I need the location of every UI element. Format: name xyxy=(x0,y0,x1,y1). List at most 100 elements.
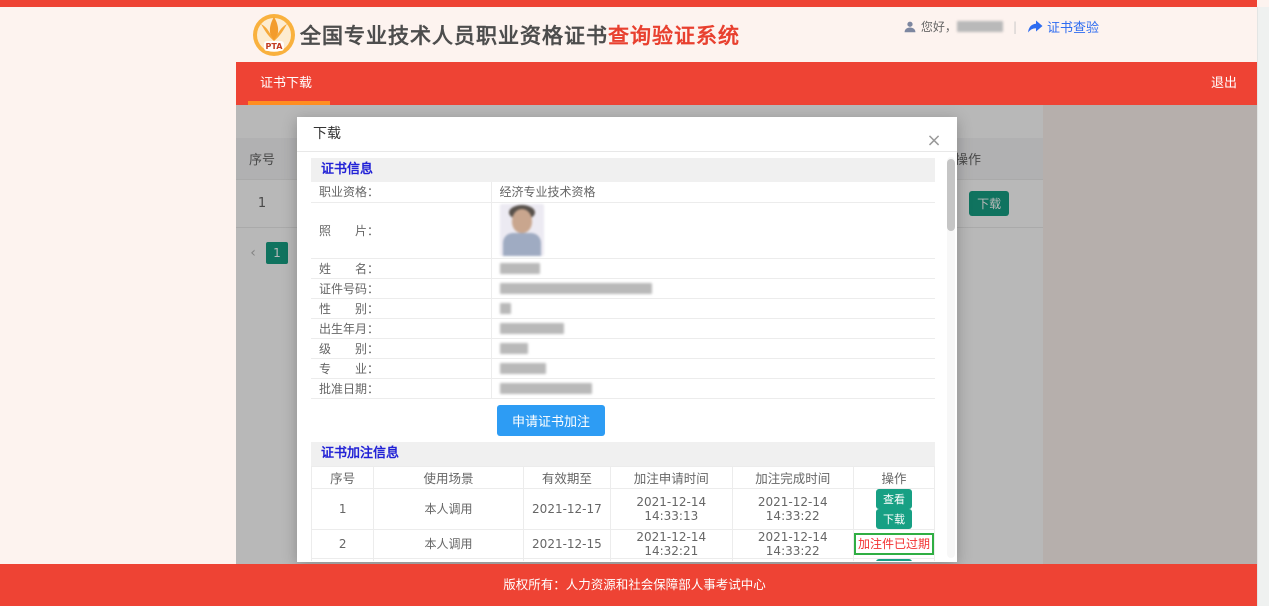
cell-apply-time: 2021-12-14 14:32:02 xyxy=(611,558,732,561)
gender-label: 性 别： xyxy=(311,298,491,318)
view-button[interactable]: 查看 xyxy=(876,489,912,509)
col-scene: 使用场景 xyxy=(374,466,524,488)
major-label: 专 业： xyxy=(311,358,491,378)
level-value xyxy=(491,338,935,358)
cell-complete-time: 2021-12-14 14:33:22 xyxy=(732,529,853,558)
col-complete-time: 加注完成时间 xyxy=(732,466,853,488)
modal-title: 下载 xyxy=(313,126,341,142)
page-title-accent: 查询验证系统 xyxy=(608,24,740,48)
svg-text:PTA: PTA xyxy=(266,42,284,51)
masked-id-number xyxy=(500,283,652,294)
tab-cert-download-label: 证书下载 xyxy=(260,76,312,91)
pta-logo-icon: PTA xyxy=(252,13,296,57)
cell-scene: 本人调用 xyxy=(374,529,524,558)
cell-seq: 2 xyxy=(312,529,374,558)
copyright-text: 版权所有：人力资源和社会保障部人事考试中心 xyxy=(503,577,766,592)
page-scrollbar[interactable] xyxy=(1257,7,1269,606)
qualification-label: 职业资格： xyxy=(311,182,491,202)
photo-cell xyxy=(491,202,935,258)
cell-complete-time: 2021-12-14 14:33:22 xyxy=(732,558,853,561)
level-label: 级 别： xyxy=(311,338,491,358)
masked-birth xyxy=(500,323,564,334)
cell-apply-time: 2021-12-14 14:33:13 xyxy=(611,488,732,529)
modal-scrollbar xyxy=(947,157,955,558)
cell-complete-time: 2021-12-14 14:33:22 xyxy=(732,488,853,529)
modal-scrollbar-thumb[interactable] xyxy=(947,159,955,231)
masked-approval-date xyxy=(500,383,592,394)
qualification-value: 经济专业技术资格 xyxy=(491,182,935,202)
section-annotation-info: 证书加注信息 xyxy=(311,442,935,466)
photo-label: 照 片： xyxy=(311,202,491,258)
page-title-main: 全国专业技术人员职业资格证书 xyxy=(300,24,608,48)
page-footer: 版权所有：人力资源和社会保障部人事考试中心 xyxy=(0,564,1269,606)
birth-label: 出生年月： xyxy=(311,318,491,338)
annotation-row: 3 本人调用 2021-12-16 2021-12-14 14:32:02 20… xyxy=(312,558,935,561)
major-value xyxy=(491,358,935,378)
masked-name xyxy=(500,263,540,274)
approval-label: 批准日期： xyxy=(311,378,491,398)
top-accent-strip xyxy=(0,0,1257,7)
cert-verify-label: 证书查验 xyxy=(1047,17,1099,36)
cell-actions: 查看 下载 xyxy=(854,558,935,561)
id-value xyxy=(491,278,935,298)
nav-bar: 证书下载 退出 xyxy=(236,62,1257,105)
approval-value xyxy=(491,378,935,398)
col-valid-until: 有效期至 xyxy=(523,466,610,488)
modal-header: 下载 × xyxy=(297,117,957,152)
expired-status-badge: 加注件已过期 xyxy=(854,533,934,555)
download-button[interactable]: 下载 xyxy=(876,509,912,529)
greeting-text: 您好， xyxy=(921,18,957,35)
modal-body: 证书信息 职业资格： 经济专业技术资格 照 片： 姓 名： 证件号码： xyxy=(297,152,957,561)
col-actions: 操作 xyxy=(854,466,935,488)
annotation-row: 2 本人调用 2021-12-15 2021-12-14 14:32:21 20… xyxy=(312,529,935,558)
view-button[interactable]: 查看 xyxy=(876,559,912,562)
field-birth: 出生年月： xyxy=(311,318,935,338)
logout-button[interactable]: 退出 xyxy=(1211,62,1237,105)
page-title: 全国专业技术人员职业资格证书查询验证系统 xyxy=(300,20,740,50)
download-modal: 下载 × 证书信息 职业资格： 经济专业技术资格 照 片： 姓 名： xyxy=(297,117,957,562)
cell-apply-time: 2021-12-14 14:32:21 xyxy=(611,529,732,558)
field-gender: 性 别： xyxy=(311,298,935,318)
field-name: 姓 名： xyxy=(311,258,935,278)
user-bar: 您好， | 证书查验 xyxy=(903,17,1099,36)
cell-actions: 查看 下载 xyxy=(854,488,935,529)
col-apply-time: 加注申请时间 xyxy=(611,466,732,488)
name-label: 姓 名： xyxy=(311,258,491,278)
section-cert-info: 证书信息 xyxy=(311,158,935,182)
cell-valid-until: 2021-12-17 xyxy=(523,488,610,529)
annotation-table-header: 序号 使用场景 有效期至 加注申请时间 加注完成时间 操作 xyxy=(312,466,935,488)
field-level: 级 别： xyxy=(311,338,935,358)
masked-major xyxy=(500,363,546,374)
cell-scene: 本人调用 xyxy=(374,488,524,529)
annotation-table: 序号 使用场景 有效期至 加注申请时间 加注完成时间 操作 1 本人调用 202… xyxy=(311,466,935,562)
user-icon xyxy=(903,20,917,34)
name-value xyxy=(491,258,935,278)
page-header: PTA 全国专业技术人员职业资格证书查询验证系统 您好， | 证书查验 xyxy=(236,7,1257,62)
share-arrow-icon xyxy=(1027,20,1043,34)
masked-gender xyxy=(500,303,511,314)
birth-value xyxy=(491,318,935,338)
field-qualification: 职业资格： 经济专业技术资格 xyxy=(311,182,935,202)
applicant-photo xyxy=(500,204,544,256)
cert-verify-link[interactable]: 证书查验 xyxy=(1027,17,1099,36)
masked-username xyxy=(957,21,1003,32)
divider: | xyxy=(1013,20,1017,34)
gender-value xyxy=(491,298,935,318)
cell-actions: 加注件已过期 xyxy=(854,529,935,558)
field-photo: 照 片： xyxy=(311,202,935,258)
field-id-number: 证件号码： xyxy=(311,278,935,298)
cell-seq: 1 xyxy=(312,488,374,529)
brand: PTA 全国专业技术人员职业资格证书查询验证系统 xyxy=(252,13,740,57)
apply-annotation-button[interactable]: 申请证书加注 xyxy=(497,405,605,436)
cert-info-table: 职业资格： 经济专业技术资格 照 片： 姓 名： 证件号码： xyxy=(311,182,935,399)
col-seq: 序号 xyxy=(312,466,374,488)
tab-cert-download[interactable]: 证书下载 xyxy=(236,62,336,105)
cell-scene: 本人调用 xyxy=(374,558,524,561)
annotation-row: 1 本人调用 2021-12-17 2021-12-14 14:33:13 20… xyxy=(312,488,935,529)
cell-valid-until: 2021-12-15 xyxy=(523,529,610,558)
cell-valid-until: 2021-12-16 xyxy=(523,558,610,561)
field-approval-date: 批准日期： xyxy=(311,378,935,398)
cell-seq: 3 xyxy=(312,558,374,561)
field-major: 专 业： xyxy=(311,358,935,378)
masked-level xyxy=(500,343,528,354)
